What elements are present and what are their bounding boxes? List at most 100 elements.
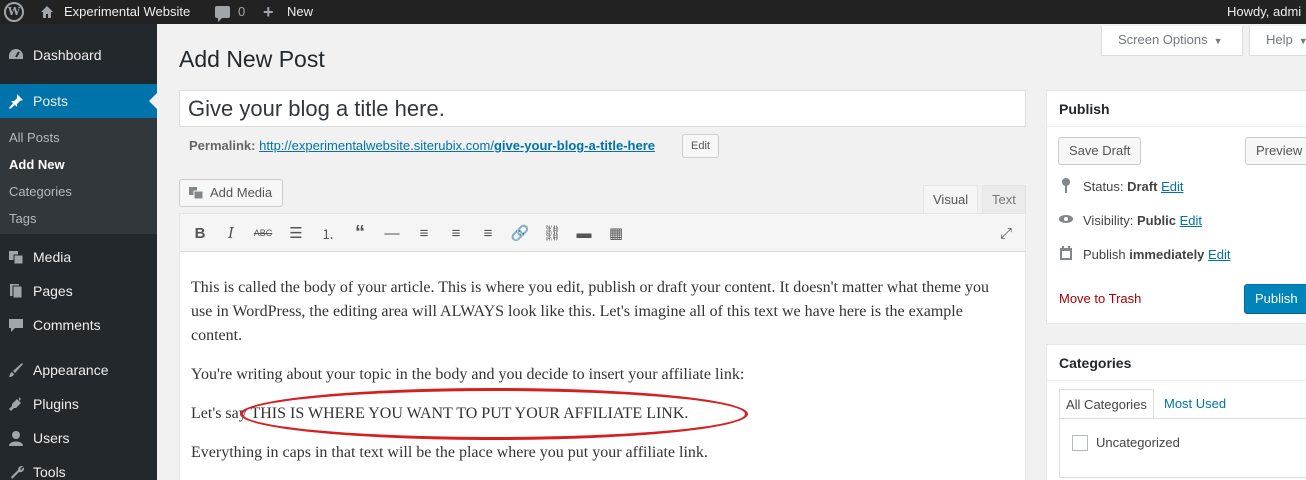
editor-content: This is called the body of your article.… bbox=[191, 276, 1011, 480]
eye-icon bbox=[1059, 215, 1073, 223]
unlink-icon[interactable]: ⛓ bbox=[541, 222, 563, 244]
content-paragraph: This is called the body of your article.… bbox=[191, 279, 989, 344]
status-value: Draft bbox=[1127, 179, 1158, 194]
posts-submenu: All Posts Add New Categories Tags bbox=[0, 118, 157, 234]
content-paragraph: Everything in caps in that text will be … bbox=[191, 444, 708, 461]
howdy-user-menu[interactable]: Howdy, admi bbox=[1227, 0, 1301, 24]
submenu-all-posts[interactable]: All Posts bbox=[9, 130, 60, 145]
calendar-icon bbox=[1060, 246, 1072, 260]
status-row: Status: Draft Edit bbox=[1083, 179, 1183, 194]
sidebar-item-plugins[interactable]: Plugins bbox=[0, 387, 157, 421]
bold-icon[interactable]: B bbox=[189, 222, 211, 244]
post-title-input[interactable]: Give your blog a title here. bbox=[179, 90, 1026, 127]
status-label: Status: bbox=[1083, 179, 1124, 194]
align-right-icon[interactable]: ≡ bbox=[477, 222, 499, 244]
submenu-categories[interactable]: Categories bbox=[9, 184, 72, 199]
sidebar-item-appearance[interactable]: Appearance bbox=[0, 353, 157, 387]
map-pin-icon bbox=[1062, 178, 1070, 193]
help-label: Help bbox=[1266, 32, 1293, 47]
submenu-tags[interactable]: Tags bbox=[9, 211, 36, 226]
publish-box: Publish Save Draft Preview Status: Draft… bbox=[1046, 90, 1306, 324]
sidebar-item-label: Comments bbox=[33, 317, 101, 333]
permalink-url[interactable]: http://experimentalwebsite.siterubix.com… bbox=[259, 138, 655, 153]
caret-down-icon: ▼ bbox=[1298, 36, 1306, 46]
schedule-row: Publish immediately Edit bbox=[1083, 247, 1230, 262]
edit-visibility-link[interactable]: Edit bbox=[1180, 213, 1202, 228]
dashboard-icon bbox=[9, 49, 23, 59]
sidebar-item-tools[interactable]: Tools bbox=[0, 455, 157, 480]
numbered-list-icon[interactable]: ⒈ bbox=[317, 222, 339, 244]
italic-icon[interactable]: I bbox=[220, 222, 242, 244]
align-center-icon[interactable]: ≡ bbox=[445, 222, 467, 244]
help-tab[interactable]: Help ▼ bbox=[1249, 26, 1306, 56]
screen-options-label: Screen Options bbox=[1118, 32, 1208, 47]
edit-status-link[interactable]: Edit bbox=[1161, 179, 1183, 194]
sidebar-item-label: Plugins bbox=[33, 396, 79, 412]
permalink-slug: give-your-blog-a-title-here bbox=[493, 138, 656, 153]
categories-box-title: Categories bbox=[1047, 345, 1306, 381]
screen-options-tab[interactable]: Screen Options ▼ bbox=[1101, 26, 1243, 56]
new-content-link[interactable]: New bbox=[287, 0, 313, 24]
permalink-label: Permalink: bbox=[189, 138, 256, 153]
move-to-trash-link[interactable]: Move to Trash bbox=[1059, 291, 1141, 306]
save-draft-button[interactable]: Save Draft bbox=[1058, 137, 1142, 165]
tab-most-used[interactable]: Most Used bbox=[1158, 389, 1232, 419]
blockquote-icon[interactable]: “ bbox=[349, 222, 371, 244]
plus-icon[interactable]: + bbox=[263, 2, 274, 22]
insert-link-icon[interactable]: 🔗 bbox=[509, 222, 531, 244]
brush-icon bbox=[9, 363, 23, 377]
tab-text[interactable]: Text bbox=[982, 185, 1026, 213]
wordpress-logo-icon[interactable] bbox=[4, 2, 24, 22]
submenu-add-new[interactable]: Add New bbox=[9, 157, 65, 172]
sidebar-item-label: Posts bbox=[33, 93, 69, 109]
publish-value: immediately bbox=[1129, 247, 1205, 262]
publish-label: Publish bbox=[1083, 247, 1126, 262]
media-icon bbox=[9, 251, 24, 265]
sidebar-item-label: Media bbox=[33, 249, 72, 265]
caret-down-icon: ▼ bbox=[1213, 36, 1223, 46]
strikethrough-icon[interactable]: ABC bbox=[252, 222, 274, 244]
permalink-edit-button[interactable]: Edit bbox=[682, 134, 719, 158]
visibility-value: Public bbox=[1136, 213, 1176, 228]
publish-button[interactable]: Publish bbox=[1244, 284, 1306, 314]
sidebar-item-media[interactable]: Media bbox=[0, 240, 157, 274]
read-more-icon[interactable]: ▬ bbox=[573, 222, 595, 244]
edit-schedule-link[interactable]: Edit bbox=[1208, 247, 1230, 262]
sidebar-item-dashboard[interactable]: Dashboard bbox=[0, 38, 157, 72]
category-label: Uncategorized bbox=[1096, 435, 1180, 450]
sidebar-item-label: Tools bbox=[33, 464, 66, 480]
fullscreen-icon[interactable]: ⤢ bbox=[995, 222, 1017, 244]
red-annotation-ellipse bbox=[240, 388, 748, 440]
toolbar-toggle-icon[interactable]: ▦ bbox=[605, 222, 627, 244]
sidebar-item-posts[interactable]: Posts bbox=[0, 84, 157, 118]
permalink-row: Permalink: http://experimentalwebsite.si… bbox=[189, 138, 655, 153]
sidebar-item-label: Appearance bbox=[33, 362, 109, 378]
sidebar-item-label: Pages bbox=[33, 283, 73, 299]
add-media-button[interactable]: Add Media bbox=[179, 179, 284, 207]
visibility-row: Visibility: Public Edit bbox=[1083, 213, 1202, 228]
comments-count[interactable]: 0 bbox=[238, 0, 245, 24]
align-left-icon[interactable]: ≡ bbox=[413, 222, 435, 244]
bullet-list-icon[interactable]: ☰ bbox=[285, 222, 307, 244]
comment-bubble-icon[interactable] bbox=[215, 6, 230, 22]
tab-all-categories[interactable]: All Categories bbox=[1059, 389, 1154, 419]
admin-bar: Experimental Website 0 + New Howdy, admi bbox=[0, 0, 1306, 24]
pin-icon bbox=[9, 94, 23, 109]
site-name-link[interactable]: Experimental Website bbox=[64, 0, 190, 24]
page-title: Add New Post bbox=[179, 46, 325, 72]
sidebar-item-users[interactable]: Users bbox=[0, 421, 157, 455]
home-icon bbox=[41, 6, 53, 18]
admin-sidebar: Dashboard Posts All Posts Add New Catego… bbox=[0, 24, 157, 480]
sidebar-item-comments[interactable]: Comments bbox=[0, 308, 157, 342]
visibility-label: Visibility: bbox=[1083, 213, 1134, 228]
sidebar-item-pages[interactable]: Pages bbox=[0, 274, 157, 308]
categories-list: Uncategorized bbox=[1059, 418, 1306, 478]
preview-button[interactable]: Preview bbox=[1245, 137, 1306, 165]
category-checkbox[interactable] bbox=[1072, 435, 1088, 451]
post-editor[interactable]: B I ABC ☰ ⒈ “ — ≡ ≡ ≡ 🔗 ⛓ ▬ ▦ ⤢ This is … bbox=[179, 213, 1026, 480]
sidebar-item-label: Users bbox=[33, 430, 70, 446]
tab-visual[interactable]: Visual bbox=[923, 185, 979, 213]
users-icon bbox=[9, 431, 23, 446]
publish-box-title: Publish bbox=[1047, 91, 1306, 127]
horizontal-line-icon[interactable]: — bbox=[381, 222, 403, 244]
